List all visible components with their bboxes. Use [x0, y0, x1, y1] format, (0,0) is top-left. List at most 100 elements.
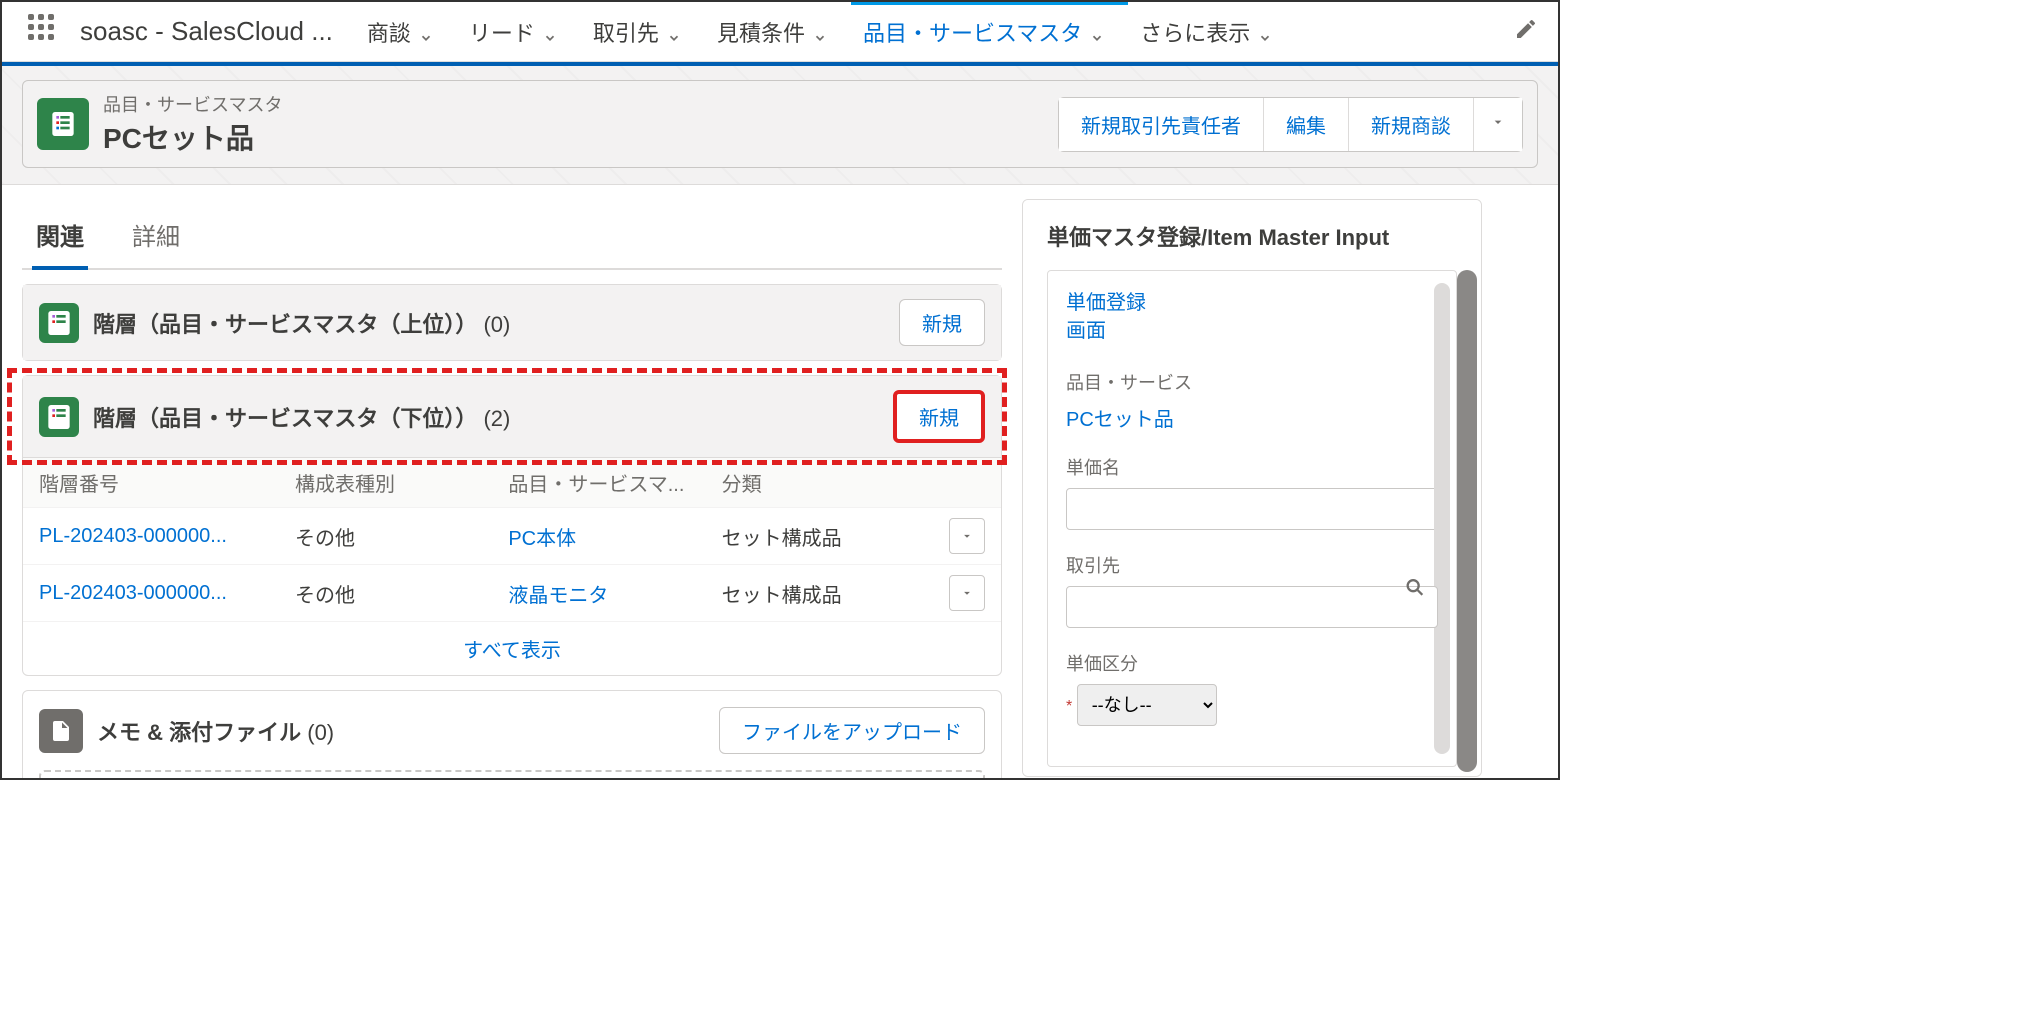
nav-label: 品目・サービスマスタ [863, 16, 1082, 48]
record-name: PCセット品 [103, 117, 282, 157]
col-header: 分類 [722, 468, 935, 497]
field-label: 単価名 [1066, 454, 1438, 480]
chevron-down-icon [543, 25, 557, 39]
upload-dropzone[interactable]: ファイルをアップロード [39, 770, 985, 780]
new-upper-button[interactable]: 新規 [899, 299, 985, 346]
nav-item-3[interactable]: 見積条件 [713, 2, 831, 62]
field-value-link[interactable]: PCセット品 [1066, 403, 1438, 432]
chevron-down-icon [667, 25, 681, 39]
scrollbar[interactable] [1434, 283, 1450, 754]
chevron-down-icon [1090, 25, 1104, 39]
related-upper-title: 階層（品目・サービスマスタ（上位）） (0) [93, 307, 510, 339]
row-menu-button[interactable] [949, 518, 985, 554]
related-list-lower: 階層（品目・サービスマスタ（下位）） (2) 新規 階層番号 構成表種別 品目・… [22, 375, 1002, 676]
related-count: (2) [483, 406, 510, 431]
table-row: PL-202403-000000... その他 PC本体 セット構成品 [23, 507, 1001, 564]
left-column: 関連 詳細 階層（品目・サービスマスタ（上位）） (0) 新規 [22, 199, 1002, 777]
table-row: PL-202403-000000... その他 液晶モニタ セット構成品 [23, 564, 1001, 621]
nav-label: 取引先 [593, 16, 659, 48]
nav-item-1[interactable]: リード [465, 2, 561, 62]
row-menu-button[interactable] [949, 575, 985, 611]
row-link-number[interactable]: PL-202403-000000... [39, 582, 295, 605]
nav-label: さらに表示 [1140, 16, 1250, 48]
required-mark: * [1066, 698, 1072, 715]
nav-label: 商談 [367, 16, 411, 48]
field-label: 単価区分 [1066, 650, 1438, 676]
field-price-type: 単価区分 * --なし-- [1066, 650, 1438, 726]
record-icon [37, 98, 89, 150]
field-item: 品目・サービス PCセット品 [1066, 369, 1438, 432]
row-text: セット構成品 [722, 579, 935, 608]
col-header: 階層番号 [39, 468, 295, 497]
new-lower-button[interactable]: 新規 [893, 390, 985, 443]
chevron-down-icon [419, 25, 433, 39]
notes-count: (0) [307, 720, 334, 745]
sub-title-line: 単価登録 [1066, 292, 1146, 314]
nav-item-2[interactable]: 取引先 [589, 2, 685, 62]
row-link-item[interactable]: 液晶モニタ [508, 579, 721, 608]
panel-sub-title: 単価登録 画面 [1066, 289, 1438, 345]
chevron-down-icon [813, 25, 827, 39]
related-title-text: 階層（品目・サービスマスタ（上位）） [93, 312, 477, 337]
notes-card: メモ & 添付ファイル (0) ファイルをアップロード ファイルをアップロード [22, 690, 1002, 780]
related-list-lower-wrap: 階層（品目・サービスマスタ（下位）） (2) 新規 階層番号 構成表種別 品目・… [22, 375, 1002, 676]
chevron-down-icon [1258, 25, 1272, 39]
global-nav: soasc - SalesCloud ... 商談 リード 取引先 見積条件 品… [2, 2, 1558, 62]
panel-sub-card: 単価登録 画面 品目・サービス PCセット品 単価名 取引先 [1047, 270, 1457, 767]
search-icon[interactable] [1404, 577, 1426, 604]
sub-title-line: 画面 [1066, 320, 1106, 342]
price-name-input[interactable] [1066, 488, 1438, 530]
right-column: 単価マスタ登録/Item Master Input 単価登録 画面 品目・サービ… [1022, 199, 1482, 777]
list-icon [39, 397, 79, 437]
more-actions-button[interactable] [1473, 98, 1522, 151]
price-type-select[interactable]: --なし-- [1077, 684, 1217, 726]
header-actions: 新規取引先責任者 編集 新規商談 [1058, 97, 1523, 152]
field-price-name: 単価名 [1066, 454, 1438, 530]
account-lookup-input[interactable] [1066, 586, 1438, 628]
field-label: 品目・サービス [1066, 369, 1438, 395]
related-count: (0) [483, 312, 510, 337]
nav-item-more[interactable]: さらに表示 [1136, 2, 1276, 62]
scrollbar[interactable] [1457, 270, 1477, 772]
row-link-number[interactable]: PL-202403-000000... [39, 525, 295, 548]
app-container: soasc - SalesCloud ... 商談 リード 取引先 見積条件 品… [0, 0, 1560, 780]
app-launcher-icon[interactable] [28, 14, 64, 50]
row-text: その他 [295, 522, 508, 551]
tab-details[interactable]: 詳細 [128, 207, 184, 268]
show-all-link[interactable]: すべて表示 [23, 621, 1001, 675]
record-tabs: 関連 詳細 [22, 199, 1002, 270]
row-text: その他 [295, 579, 508, 608]
row-link-item[interactable]: PC本体 [508, 522, 721, 551]
col-header: 品目・サービスマ... [508, 468, 721, 497]
nav-item-4[interactable]: 品目・サービスマスタ [859, 2, 1108, 62]
tab-related[interactable]: 関連 [32, 207, 88, 270]
app-name: soasc - SalesCloud ... [80, 16, 333, 47]
file-icon [39, 709, 83, 753]
panel-title: 単価マスタ登録/Item Master Input [1047, 220, 1457, 252]
record-type-label: 品目・サービスマスタ [103, 91, 282, 117]
related-lower-title: 階層（品目・サービスマスタ（下位）） (2) [93, 401, 510, 433]
new-opportunity-button[interactable]: 新規商談 [1348, 98, 1473, 151]
edit-button[interactable]: 編集 [1263, 98, 1348, 151]
nav-tabs: 商談 リード 取引先 見積条件 品目・サービスマスタ さらに表示 [363, 2, 1494, 62]
record-body: 関連 詳細 階層（品目・サービスマスタ（上位）） (0) 新規 [2, 185, 1558, 780]
label-text: 単価区分 [1066, 654, 1138, 674]
new-contact-button[interactable]: 新規取引先責任者 [1059, 98, 1263, 151]
field-account: 取引先 [1066, 552, 1438, 628]
related-title-text: 階層（品目・サービスマスタ（下位）） [93, 406, 477, 431]
edit-nav-icon[interactable] [1514, 17, 1538, 46]
row-text: セット構成品 [722, 522, 935, 551]
notes-title: メモ & 添付ファイル (0) [97, 715, 334, 747]
record-header: 品目・サービスマスタ PCセット品 新規取引先責任者 編集 新規商談 [2, 66, 1558, 185]
notes-title-text: メモ & 添付ファイル [97, 720, 301, 745]
upload-file-button[interactable]: ファイルをアップロード [719, 707, 985, 754]
nav-label: リード [469, 16, 535, 48]
related-list-upper: 階層（品目・サービスマスタ（上位）） (0) 新規 [22, 284, 1002, 361]
item-master-panel: 単価マスタ登録/Item Master Input 単価登録 画面 品目・サービ… [1022, 199, 1482, 777]
list-icon [39, 303, 79, 343]
record-header-card: 品目・サービスマスタ PCセット品 新規取引先責任者 編集 新規商談 [22, 80, 1538, 168]
field-label: 取引先 [1066, 552, 1438, 578]
nav-label: 見積条件 [717, 16, 805, 48]
nav-item-0[interactable]: 商談 [363, 2, 437, 62]
col-header: 構成表種別 [295, 468, 508, 497]
